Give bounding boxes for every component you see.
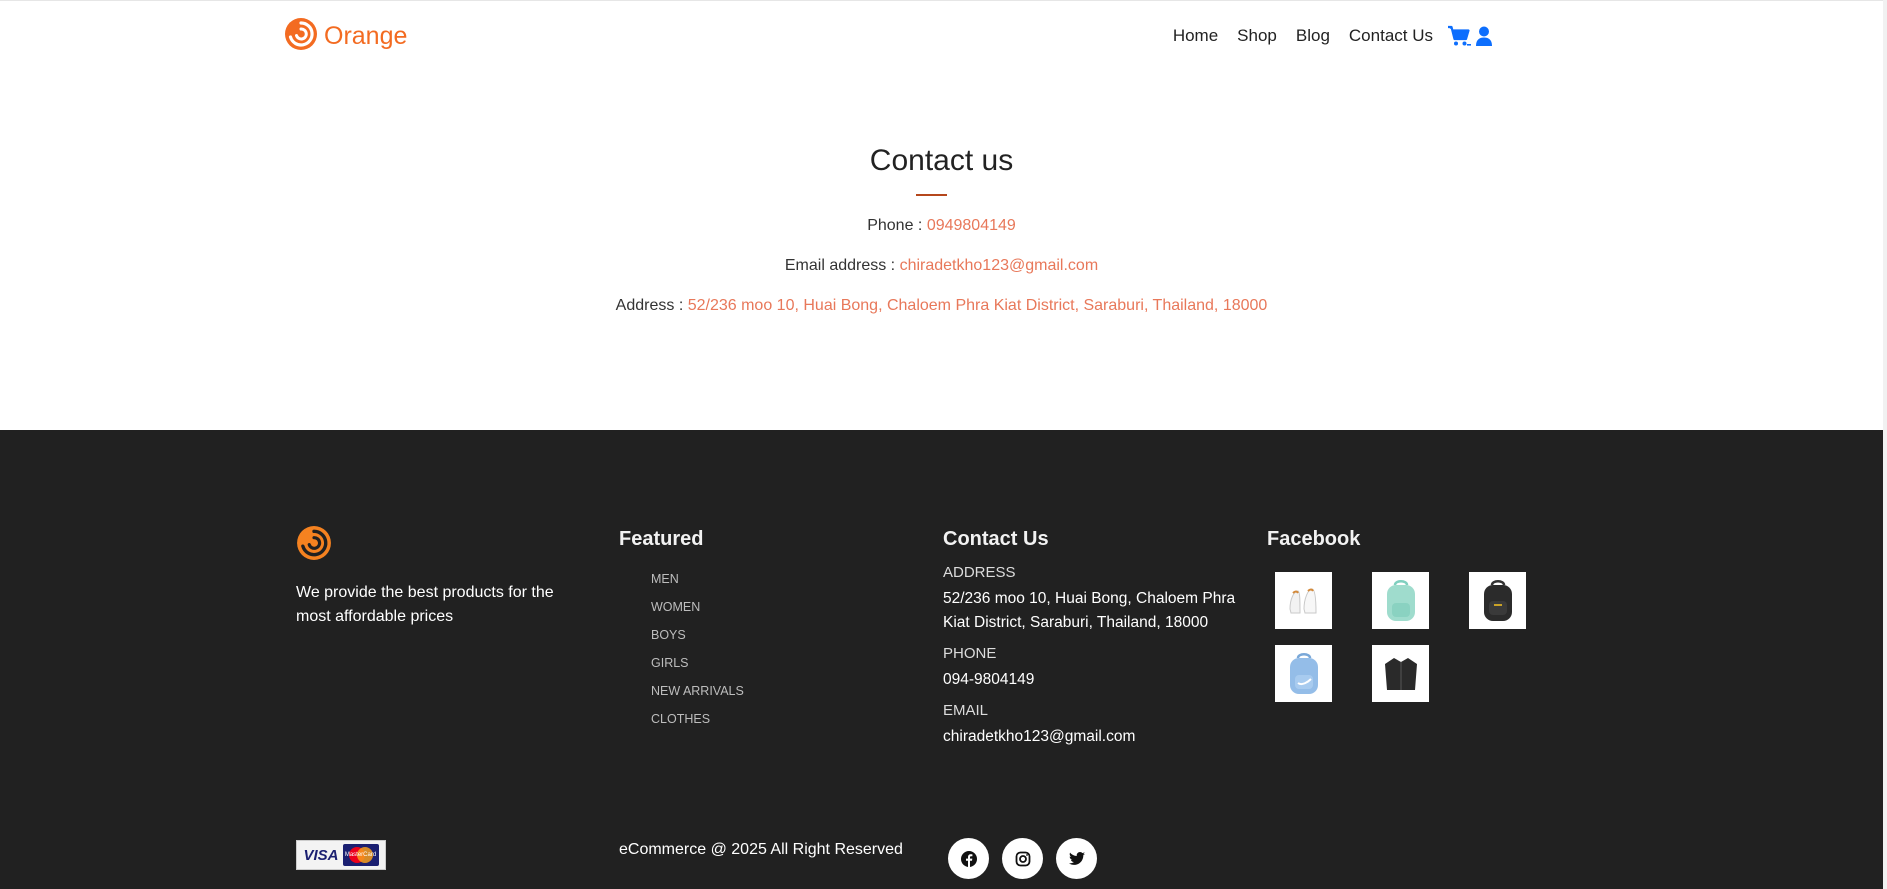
page: Orange Home Shop Blog Contact Us Contact… (0, 0, 1887, 889)
footer-contact-column: Contact Us ADDRESS 52/236 moo 10, Huai B… (943, 525, 1253, 749)
thumbnail-blue-backpack[interactable] (1275, 645, 1332, 702)
orange-swirl-logo-icon (284, 17, 318, 56)
footer-email-label: EMAIL (943, 702, 989, 719)
footer-logo-icon (296, 526, 332, 565)
footer: We provide the best products for the mos… (0, 430, 1883, 889)
footer-facebook-column: Facebook (1267, 525, 1557, 702)
payment-badges: VISA MasterCard (296, 840, 386, 870)
footer-featured-column: Featured MEN WOMEN BOYS GIRLS NEW ARRIVA… (619, 525, 909, 733)
featured-link-clothes[interactable]: CLOTHES (651, 705, 909, 733)
social-links (948, 838, 1097, 879)
address-value: 52/236 moo 10, Huai Bong, Chaloem Phra K… (687, 297, 1268, 314)
thumbnail-mint-backpack[interactable] (1372, 572, 1429, 629)
nav-link-shop[interactable]: Shop (1237, 26, 1277, 46)
twitter-icon[interactable] (1056, 838, 1097, 879)
nav-link-blog[interactable]: Blog (1296, 26, 1330, 46)
thumbnail-white-sneakers[interactable] (1275, 572, 1332, 629)
nav-link-home[interactable]: Home (1173, 26, 1218, 46)
page-title: Contact us (869, 144, 1014, 177)
contact-email-line: Email address : chiradetkho123@gmail.com (0, 257, 1883, 275)
email-label: Email address : (784, 257, 896, 274)
footer-tagline: We provide the best products for the mos… (296, 584, 554, 625)
thumbnail-black-jacket[interactable] (1372, 645, 1429, 702)
featured-heading: Featured (619, 528, 704, 550)
nav-links: Home Shop Blog Contact Us (1154, 25, 1493, 47)
instagram-icon[interactable] (1002, 838, 1043, 879)
contact-section: Contact us Phone : 0949804149 Email addr… (0, 69, 1883, 430)
navbar: Orange Home Shop Blog Contact Us (0, 0, 1883, 69)
footer-address-value: 52/236 moo 10, Huai Bong, Chaloem Phra K… (943, 590, 1236, 631)
facebook-icon[interactable] (948, 838, 989, 879)
featured-link-girls[interactable]: GIRLS (651, 649, 909, 677)
footer-phone-value: 094-9804149 (943, 671, 1035, 688)
footer-email-value: chiradetkho123@gmail.com (943, 728, 1136, 745)
featured-link-boys[interactable]: BOYS (651, 621, 909, 649)
featured-link-new-arrivals[interactable]: NEW ARRIVALS (651, 677, 909, 705)
thumbnail-black-backpack[interactable] (1469, 572, 1526, 629)
nav-link-contact-us[interactable]: Contact Us (1349, 26, 1433, 46)
title-underline (916, 194, 947, 196)
featured-link-women[interactable]: WOMEN (651, 593, 909, 621)
phone-label: Phone : (867, 217, 923, 234)
cart-icon[interactable] (1447, 25, 1471, 47)
address-label: Address : (615, 297, 684, 314)
contact-phone-line: Phone : 0949804149 (0, 217, 1883, 235)
mastercard-badge: MasterCard (342, 844, 379, 866)
copyright-text: eCommerce @ 2025 All Right Reserved (619, 841, 903, 858)
footer-address-label: ADDRESS (943, 564, 1016, 581)
footer-about-column: We provide the best products for the mos… (296, 525, 586, 629)
contact-address-line: Address : 52/236 moo 10, Huai Bong, Chal… (0, 297, 1883, 315)
scrollbar[interactable] (1883, 0, 1887, 889)
brand-name: Orange (324, 22, 408, 50)
footer-phone-label: PHONE (943, 645, 997, 662)
brand-logo-link[interactable]: Orange (284, 17, 407, 56)
email-value: chiradetkho123@gmail.com (899, 257, 1099, 274)
user-icon[interactable] (1475, 26, 1493, 46)
featured-list: MEN WOMEN BOYS GIRLS NEW ARRIVALS CLOTHE… (619, 565, 909, 733)
facebook-heading: Facebook (1267, 528, 1361, 550)
facebook-thumbnails (1275, 572, 1557, 702)
visa-badge: VISA (303, 846, 339, 864)
featured-link-men[interactable]: MEN (651, 565, 909, 593)
contact-us-heading: Contact Us (943, 528, 1049, 550)
phone-value: 0949804149 (926, 217, 1016, 234)
